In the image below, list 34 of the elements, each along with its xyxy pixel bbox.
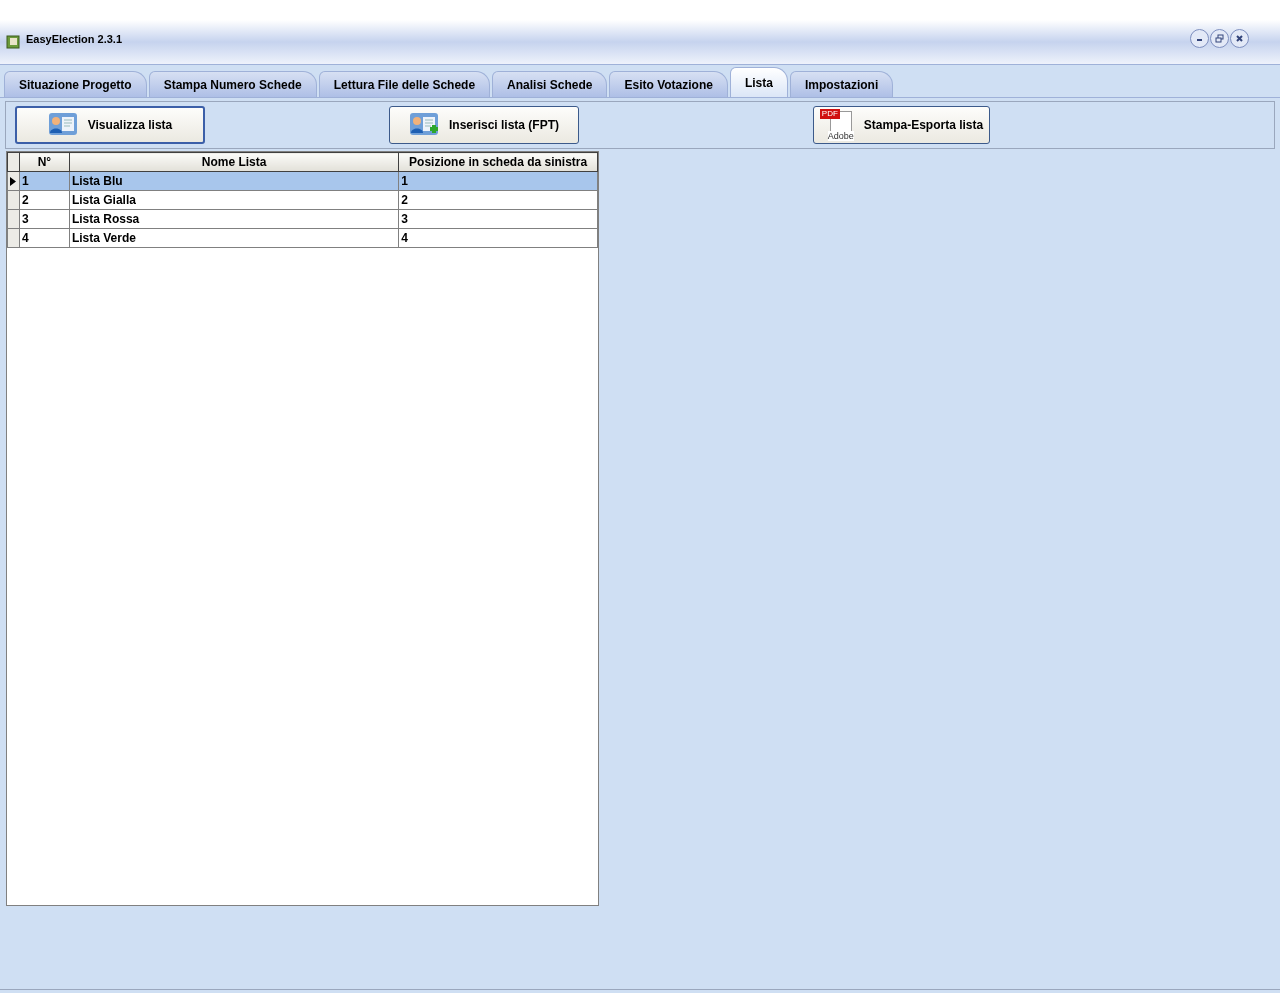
table-cell: 4 <box>398 228 598 248</box>
current-row-icon <box>10 176 16 186</box>
column-header[interactable]: N° <box>19 152 70 172</box>
table-cell: Lista Rossa <box>69 209 399 229</box>
column-header[interactable]: Posizione in scheda da sinistra <box>398 152 598 172</box>
tab[interactable]: Esito Votazione <box>609 71 728 97</box>
tab[interactable]: Analisi Schede <box>492 71 608 97</box>
table-cell: 1 <box>19 171 70 191</box>
window-title: EasyElection 2.3.1 <box>26 31 122 47</box>
close-icon <box>1235 33 1244 43</box>
table-cell: 4 <box>19 228 70 248</box>
close-button[interactable] <box>1230 28 1249 48</box>
row-header-corner <box>7 152 20 172</box>
toolbar-button[interactable]: PDF Adobe Stampa-Esporta lista <box>813 106 990 144</box>
table-cell: 2 <box>19 190 70 210</box>
table-cell: 2 <box>398 190 598 210</box>
tab[interactable]: Impostazioni <box>789 71 894 97</box>
tab[interactable]: Stampa Numero Schede <box>148 71 317 97</box>
restore-button[interactable] <box>1210 28 1229 48</box>
table-cell: Lista Gialla <box>69 190 399 210</box>
tab[interactable]: Lista <box>729 67 788 97</box>
app-icon <box>5 34 21 50</box>
minimize-button[interactable] <box>1190 28 1209 48</box>
table-cell: Lista Verde <box>69 228 399 248</box>
table-cell: 3 <box>398 209 598 229</box>
column-header[interactable]: Nome Lista <box>69 152 399 172</box>
toolbar-button[interactable]: Visualizza lista <box>15 106 205 144</box>
table-cell: 1 <box>398 171 598 191</box>
toolbar-button[interactable]: Inserisci lista (FPT) <box>389 106 579 144</box>
table-cell: Lista Blu <box>69 171 399 191</box>
table-cell: 3 <box>19 209 70 229</box>
tab[interactable]: Lettura File delle Schede <box>318 71 491 97</box>
restore-icon <box>1215 33 1224 43</box>
tab[interactable]: Situazione Progetto <box>4 71 147 97</box>
